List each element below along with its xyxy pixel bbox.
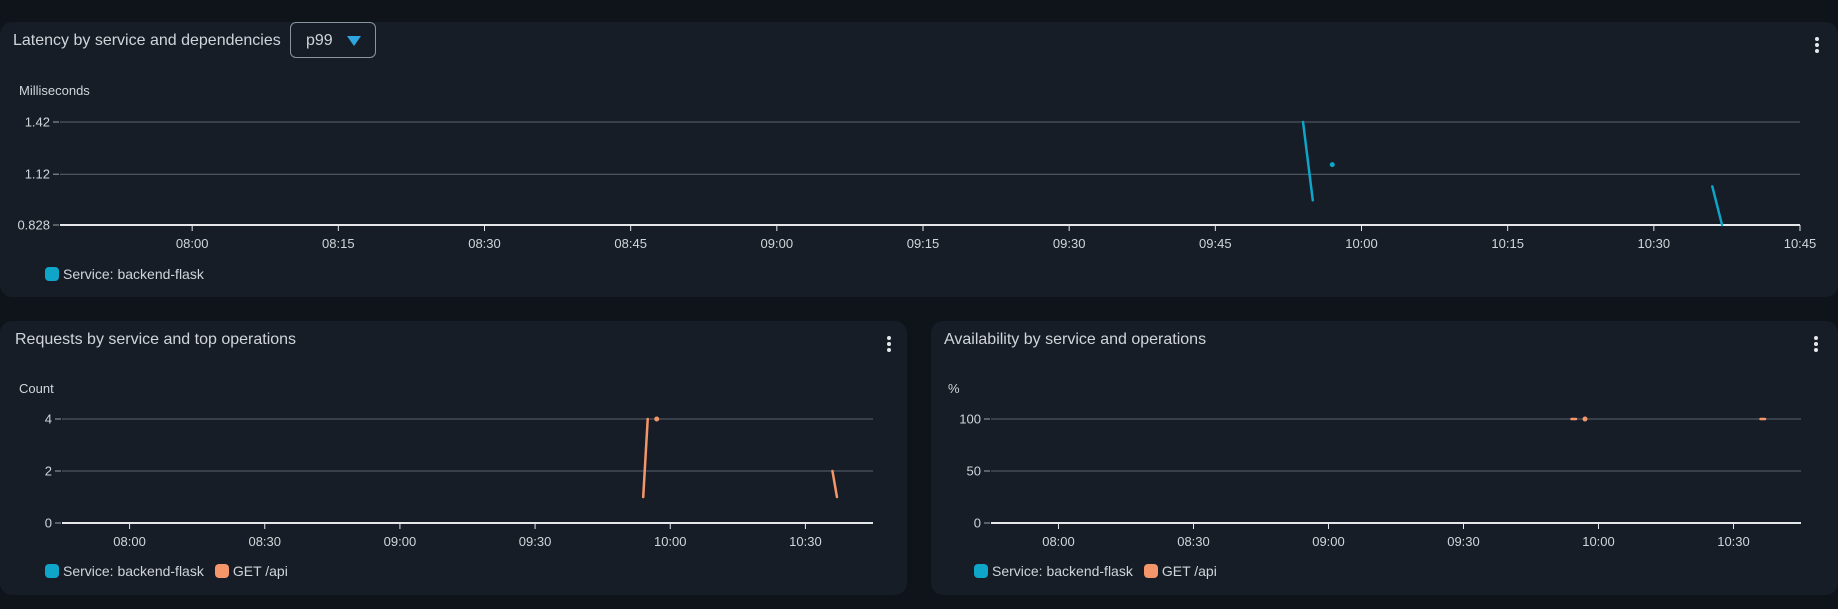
y-tick-label: 4 — [45, 412, 52, 427]
data-point — [1582, 416, 1588, 422]
x-tick-label: 09:45 — [1199, 236, 1232, 251]
chart-legend: Service: backend-flask — [45, 266, 215, 282]
legend-item[interactable]: Service: backend-flask — [45, 563, 204, 579]
x-tick-label: 10:30 — [1717, 534, 1750, 549]
x-tick-label: 08:30 — [248, 534, 281, 549]
y-axis-label: Count — [19, 381, 54, 396]
x-tick-label: 10:00 — [1345, 236, 1378, 251]
chart-legend: Service: backend-flask GET /api — [974, 563, 1228, 579]
x-tick-label: 08:30 — [1177, 534, 1210, 549]
availability-panel: Availability by service and operations %… — [931, 321, 1838, 595]
x-tick-label: 08:00 — [113, 534, 146, 549]
y-tick-label: 0.828 — [17, 218, 50, 233]
x-tick-label: 10:15 — [1491, 236, 1524, 251]
x-tick-label: 09:30 — [1053, 236, 1086, 251]
x-tick-label: 09:30 — [1447, 534, 1480, 549]
x-tick-label: 10:30 — [789, 534, 822, 549]
requests-panel: Requests by service and top operations C… — [0, 321, 907, 595]
y-tick-label: 2 — [45, 464, 52, 479]
y-axis-label: % — [948, 381, 960, 396]
y-tick-label: 0 — [45, 516, 52, 531]
y-tick-label: 1.12 — [25, 167, 50, 182]
x-tick-label: 08:00 — [1042, 534, 1075, 549]
legend-label: Service: backend-flask — [992, 563, 1133, 579]
series-line — [641, 417, 649, 499]
y-tick-label: 50 — [967, 464, 981, 479]
y-tick-label: 100 — [959, 412, 981, 427]
availability-chart: % 100 50 0 08:00 08:30 09:00 09:30 10:00 10:30 — [948, 381, 1801, 549]
legend-swatch — [1143, 564, 1158, 578]
legend-swatch — [214, 564, 229, 578]
data-point — [654, 416, 660, 422]
x-tick-label: 09:15 — [907, 236, 940, 251]
y-tick-label: 1.42 — [25, 115, 50, 130]
x-tick-label: 08:30 — [468, 236, 501, 251]
legend-label: Service: backend-flask — [63, 266, 204, 282]
legend-label: Service: backend-flask — [63, 563, 204, 579]
requests-chart: Count 4 2 0 08:00 08:30 09:00 09:30 10:00 10:30 — [19, 381, 873, 549]
legend-label: GET /api — [1161, 563, 1217, 579]
x-tick-label: 09:00 — [1312, 534, 1345, 549]
legend-swatch — [45, 267, 59, 281]
x-tick-label: 08:45 — [614, 236, 647, 251]
x-tick-label: 10:00 — [654, 534, 687, 549]
legend-swatch — [45, 564, 59, 578]
x-tick-label: 08:00 — [176, 236, 209, 251]
x-tick-label: 09:00 — [761, 236, 794, 251]
series-line — [1301, 120, 1315, 202]
series-line — [831, 469, 839, 499]
x-tick-label: 10:00 — [1582, 534, 1615, 549]
data-point — [1329, 162, 1335, 168]
y-tick-label: 0 — [974, 516, 981, 531]
chart-legend: Service: backend-flask GET /api — [45, 563, 299, 579]
x-tick-label: 09:30 — [519, 534, 552, 549]
x-tick-label: 10:30 — [1638, 236, 1671, 251]
y-axis-label: Milliseconds — [19, 83, 90, 98]
legend-item[interactable]: Service: backend-flask — [974, 563, 1133, 579]
legend-swatch — [974, 564, 988, 578]
latency-chart: Milliseconds 1.42 1.12 0.828 08:00 08:15 08:30… — [17, 83, 1817, 251]
legend-item[interactable]: Service: backend-flask — [45, 266, 204, 282]
legend-label: GET /api — [232, 563, 288, 579]
x-tick-label: 09:00 — [384, 534, 417, 549]
series-line — [1711, 185, 1724, 227]
latency-panel: Latency by service and dependencies p99 … — [0, 22, 1838, 297]
legend-item[interactable]: GET /api — [1143, 563, 1217, 579]
x-tick-label: 10:45 — [1784, 236, 1817, 251]
legend-item[interactable]: GET /api — [214, 563, 288, 579]
x-tick-label: 08:15 — [322, 236, 355, 251]
